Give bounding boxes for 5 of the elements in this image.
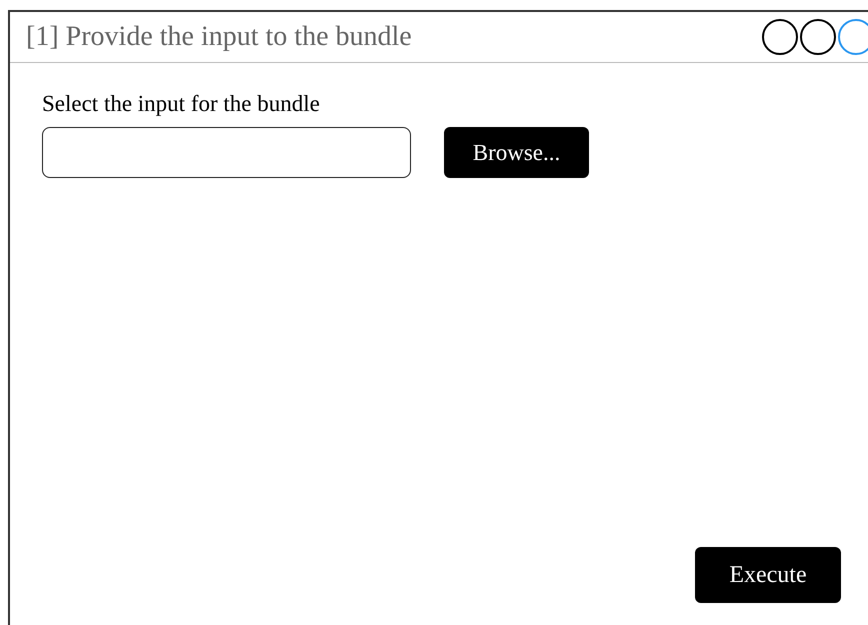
input-field[interactable] [42, 127, 411, 178]
field-label: Select the input for the bundle [42, 91, 321, 117]
browse-button[interactable]: Browse... [444, 127, 589, 178]
execute-button[interactable]: Execute [695, 547, 841, 603]
window-title: [1] Provide the input to the bundle [26, 21, 413, 53]
